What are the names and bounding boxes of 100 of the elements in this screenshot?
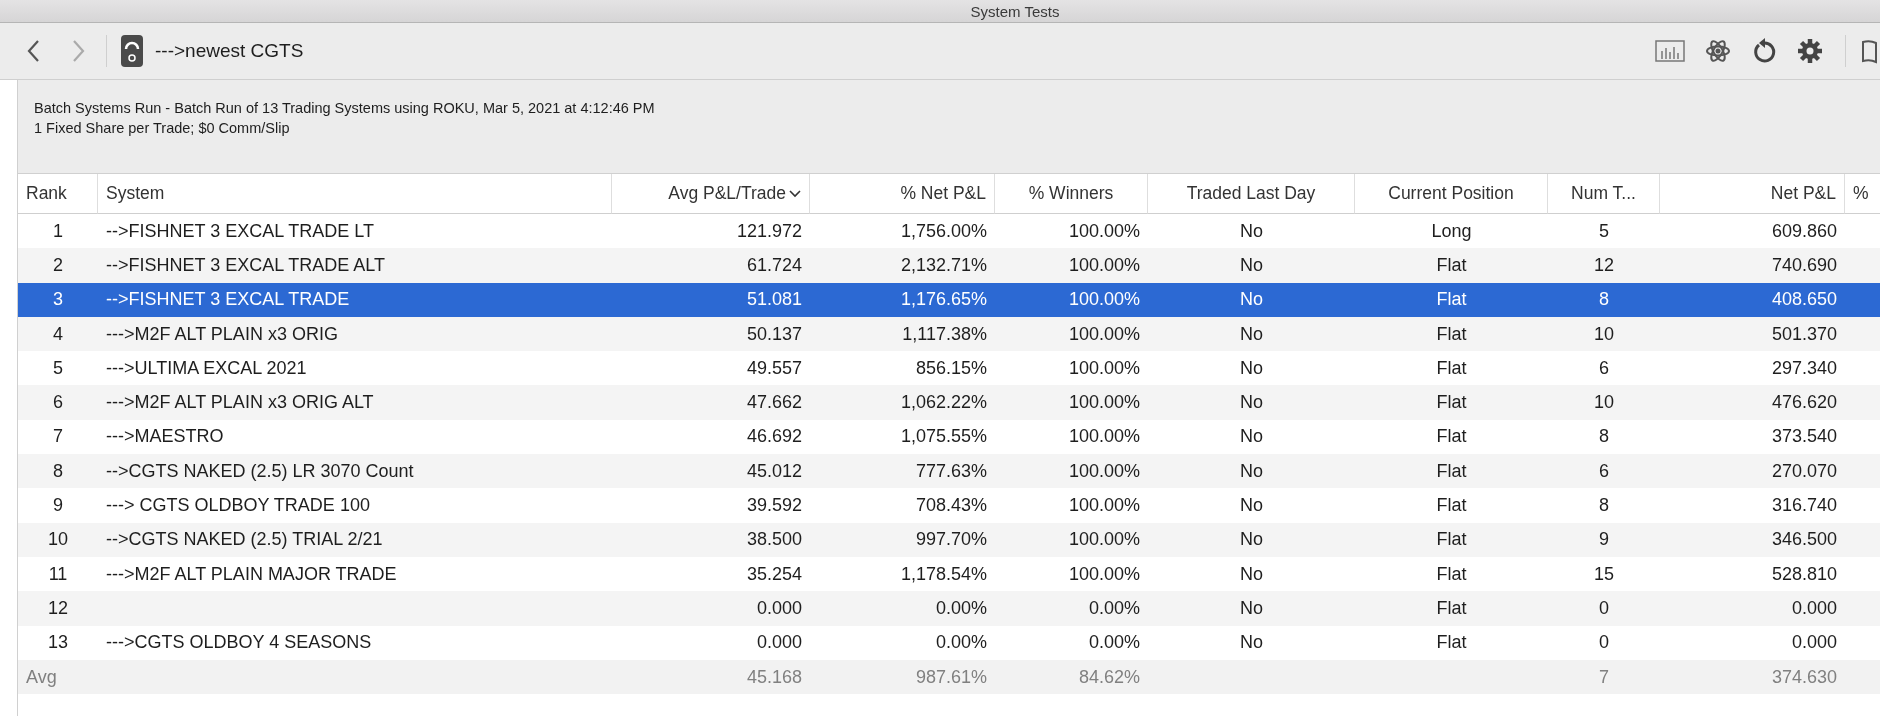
table-cell-text: 10	[48, 528, 68, 552]
table-row[interactable]: 13 --->CGTS OLDBOY 4 SEASONS 0.000 0.00% 0.00% No Flat 0 0.000	[18, 625, 1880, 660]
table-cell-text: Flat	[1436, 528, 1467, 552]
table-cell-text: 3	[53, 288, 63, 312]
table-cell-text: 0	[1599, 631, 1609, 655]
table-cell-text: -->CGTS NAKED (2.5) LR 3070 Count	[106, 459, 414, 483]
table-row[interactable]: 7 --->MAESTRO 46.692 1,075.55% 100.00% No Flat 8 373.540	[18, 419, 1880, 455]
table-cell-text: 609.860	[1771, 219, 1837, 243]
table-cell-text: 1	[53, 219, 63, 243]
summary-label: Avg	[26, 665, 57, 689]
table-row[interactable]: 11 --->M2F ALT PLAIN MAJOR TRADE 35.254 1,178.54% 100.00% No Flat 15 528.810	[18, 556, 1880, 592]
table-cell-text: 12	[48, 596, 68, 620]
info-text: 1 Fixed Share per Trade; $0 Comm/Slip	[34, 119, 290, 138]
table-cell-text: 5	[1599, 219, 1609, 243]
table-cell-text: ---> CGTS OLDBOY TRADE 100	[106, 494, 370, 517]
table-cell-text: 47.662	[746, 391, 802, 415]
table-cell-text: 84.62%	[1078, 665, 1140, 689]
table-cell-text: No	[1240, 219, 1263, 243]
table-cell-text: 100.00%	[1068, 391, 1140, 415]
table-cell-text: 51.081	[746, 288, 802, 312]
table-cell-text: 121.972	[736, 219, 802, 243]
table-cell-text: 8	[1599, 494, 1609, 517]
table-cell-text: 0	[1599, 596, 1609, 620]
table-cell-text: 528.810	[1771, 562, 1837, 586]
column-header[interactable]: Avg P&L/Trade	[612, 174, 810, 214]
table-cell-text: 100.00%	[1068, 494, 1140, 517]
table-cell-text: No	[1240, 631, 1263, 655]
table-cell-text: Flat	[1436, 356, 1467, 380]
column-header[interactable]: Current Position	[1355, 174, 1548, 214]
table-cell-text: 39.592	[746, 494, 802, 517]
table-cell-text: 100.00%	[1068, 425, 1140, 449]
table-cell-text: 7	[1599, 665, 1609, 689]
column-header[interactable]: %	[1845, 174, 1880, 214]
table-cell-text: Long	[1431, 219, 1472, 243]
table-cell-text: Flat	[1436, 253, 1467, 277]
table-row[interactable]: 4 --->M2F ALT PLAIN x3 ORIG 50.137 1,117.38% 100.00% No Flat 10 501.370	[18, 316, 1880, 352]
table-cell-text: 100.00%	[1068, 562, 1140, 586]
table-cell-text: 10	[1594, 322, 1614, 346]
table-cell-text: No	[1240, 391, 1263, 415]
table-cell-text: -->FISHNET 3 EXCAL TRADE LT	[106, 219, 374, 243]
table-cell-text: --->ULTIMA EXCAL 2021	[106, 356, 307, 380]
table-row[interactable]: 2 -->FISHNET 3 EXCAL TRADE ALT 61.724 2,132.71% 100.00% No Flat 12 740.690	[18, 248, 1880, 283]
table-cell-text: 987.61%	[915, 665, 987, 689]
table-cell-text: 2	[53, 253, 63, 277]
table-cell-text: -->CGTS NAKED (2.5) TRIAL 2/21	[106, 528, 383, 552]
table-cell-text: No	[1240, 356, 1263, 380]
info-text: Batch Systems Run - Batch Run of 13 Trading Systems using ROKU, Mar 5, 2021 at 4:12:46 PM	[34, 99, 655, 118]
column-header[interactable]: System	[98, 174, 612, 214]
table-cell-text: 997.70%	[915, 528, 987, 552]
table-cell-text: Flat	[1436, 631, 1467, 655]
table-row[interactable]: 8 -->CGTS NAKED (2.5) LR 3070 Count 45.012 777.63% 100.00% No Flat 6 270.070	[18, 454, 1880, 489]
table-cell-text: 6	[1599, 459, 1609, 483]
table-cell-text: 6	[53, 391, 63, 415]
table-cell-text: 35.254	[746, 562, 802, 586]
table-cell-text: 2,132.71%	[900, 253, 987, 277]
table-cell-text: 10	[1594, 391, 1614, 415]
table-cell-text: 1,176.65%	[900, 288, 987, 312]
table-cell-text: -->FISHNET 3 EXCAL TRADE	[106, 288, 350, 312]
table-cell-text: --->M2F ALT PLAIN MAJOR TRADE	[106, 562, 397, 586]
table-cell-text: 100.00%	[1068, 459, 1140, 483]
table-row[interactable]: 6 --->M2F ALT PLAIN x3 ORIG ALT 47.662 1,062.22% 100.00% No Flat 10 476.620	[18, 385, 1880, 420]
column-header[interactable]: % Winners	[995, 174, 1148, 214]
table-cell-text: 0.000	[756, 596, 802, 620]
table-cell-text: 8	[1599, 425, 1609, 449]
table-cell-text: Flat	[1436, 322, 1467, 346]
table-cell-text: 1,117.38%	[902, 322, 987, 346]
table-cell-text: 0.00%	[1088, 631, 1140, 655]
column-header[interactable]: Num T...	[1548, 174, 1660, 214]
column-header[interactable]: Net P&L	[1660, 174, 1845, 214]
table-cell-text: 4	[53, 322, 63, 346]
table-row[interactable]: 5 --->ULTIMA EXCAL 2021 49.557 856.15% 100.00% No Flat 6 297.340	[18, 351, 1880, 386]
table-cell-text: 38.500	[746, 528, 802, 552]
gauge-icon	[121, 35, 143, 67]
table-cell-text: 100.00%	[1068, 219, 1140, 243]
table-cell-text: 373.540	[1771, 425, 1837, 449]
table-cell-text: No	[1240, 425, 1263, 449]
table-row[interactable]: 1 -->FISHNET 3 EXCAL TRADE LT 121.972 1,756.00% 100.00% No Long 5 609.860	[18, 214, 1880, 249]
back-icon[interactable]	[26, 39, 42, 63]
book-icon[interactable]	[1862, 38, 1880, 64]
table-cell-text: No	[1240, 596, 1263, 620]
table-cell-text: 50.137	[746, 322, 802, 346]
table-cell-text: 740.690	[1771, 253, 1837, 277]
table-cell-text: 9	[53, 494, 63, 517]
column-header[interactable]: Traded Last Day	[1148, 174, 1355, 214]
table-row[interactable]: 3 -->FISHNET 3 EXCAL TRADE 51.081 1,176.65% 100.00% No Flat 8 408.650	[18, 282, 1880, 317]
table-cell-text: 1,075.55%	[900, 425, 987, 449]
column-header[interactable]: % Net P&L	[810, 174, 995, 214]
table-cell-text: 15	[1594, 562, 1614, 586]
window-title: System Tests	[970, 2, 1060, 22]
table-cell-text: 61.724	[746, 253, 802, 277]
column-header[interactable]: Rank	[18, 174, 98, 214]
table-cell-text: 0.00%	[1088, 596, 1140, 620]
table-cell-text: Flat	[1436, 596, 1467, 620]
table-cell-text: 856.15%	[915, 356, 987, 380]
table-cell-text: 8	[1599, 288, 1609, 312]
table-row[interactable]: 9 ---> CGTS OLDBOY TRADE 100 39.592 708.43% 100.00% No Flat 8 316.740	[18, 488, 1880, 523]
table-row[interactable]: 10 -->CGTS NAKED (2.5) TRIAL 2/21 38.500 997.70% 100.00% No Flat 9 346.500	[18, 522, 1880, 557]
table-cell-text: 0.000	[1791, 596, 1837, 620]
table-cell-text: Flat	[1436, 459, 1467, 483]
table-row[interactable]: 12 0.000 0.00% 0.00% No Flat 0 0.000	[18, 591, 1880, 626]
